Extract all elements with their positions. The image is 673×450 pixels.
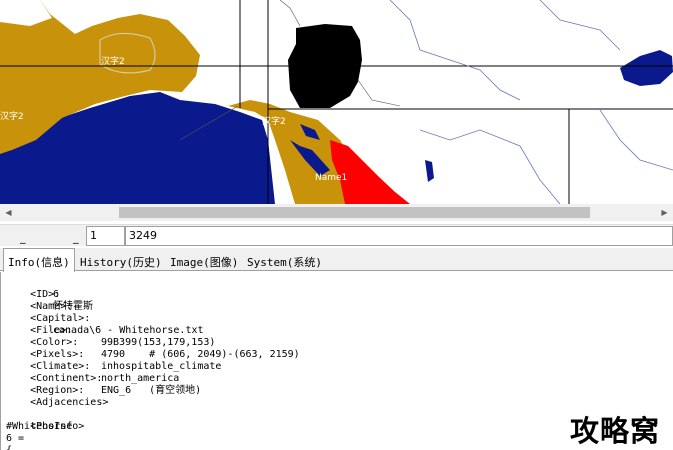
info-line-file: <File>: canada\6 - Whitehorse.txt (6, 313, 203, 336)
info-value: 4790 # (606, 2049)-(663, 2159) (101, 349, 300, 360)
lake-small (425, 160, 434, 182)
info-line-color: <Color>: 99B399(153,179,153) (6, 325, 215, 348)
info-value: ENG_6 (育空领地) (101, 385, 202, 396)
info-value: north_america (101, 373, 180, 384)
map-view[interactable]: 汉字2 汉字2 汉字2 Name1 (0, 0, 673, 204)
info-key: <Adjacencies> (30, 397, 109, 408)
info-line-posinfo-brace: { (6, 445, 12, 450)
coord-dash-left: _ (20, 231, 26, 244)
info-line-continent: <Continent>: north_america (6, 361, 179, 384)
info-line-pixels: <Pixels>: 4790 # (606, 2049)-(663, 2159) (6, 337, 300, 360)
scroll-left-icon[interactable]: ◀ (0, 204, 17, 221)
map-label: 汉字2 (101, 57, 125, 67)
info-line-climate: <Climate>: inhospitable_climate (6, 349, 221, 372)
info-value: inhospitable_climate (101, 361, 222, 372)
tab-system[interactable]: System(系统) (243, 251, 326, 271)
coordinate-bar: _ _ 1 3249 (0, 224, 673, 246)
map-label: Name1 (315, 173, 348, 183)
scroll-thumb[interactable] (119, 207, 590, 218)
tab-image[interactable]: Image(图像) (166, 251, 242, 271)
info-line-posinfo-name: #Whitehorse (6, 421, 73, 432)
info-value: 99B399(153,179,153) (101, 337, 216, 348)
info-line-adjacencies: <Adjacencies> (6, 385, 108, 408)
info-line-id: <ID>: 6 (6, 277, 60, 300)
coord-field-2[interactable]: 3249 (125, 226, 673, 246)
info-line-capital: <Capital>: (6, 301, 90, 324)
info-line-posinfo: <PosInfo> (6, 409, 84, 432)
scroll-right-icon[interactable]: ▶ (656, 204, 673, 221)
watermark-logo: 攻略窝 (570, 414, 661, 448)
lake-east (620, 50, 673, 86)
info-line-posinfo-id: 6 = (6, 433, 25, 444)
map-horizontal-scrollbar[interactable]: ◀ ▶ (0, 204, 673, 221)
info-line-region: <Region>: ENG_6 (育空领地) (6, 373, 201, 396)
tab-bar: Info(信息) History(历史) Image(图像) System(系统… (0, 248, 673, 272)
coord-dash-right: _ (73, 231, 79, 244)
map-label: 汉字2 (262, 117, 286, 127)
map-label: 汉字2 (0, 112, 24, 122)
coord-field-1[interactable]: 1 (86, 226, 125, 246)
info-line-name: <Name>: 怀特霍斯 (6, 289, 93, 312)
tab-history[interactable]: History(历史) (76, 251, 166, 271)
tab-info[interactable]: Info(信息) (3, 248, 75, 272)
